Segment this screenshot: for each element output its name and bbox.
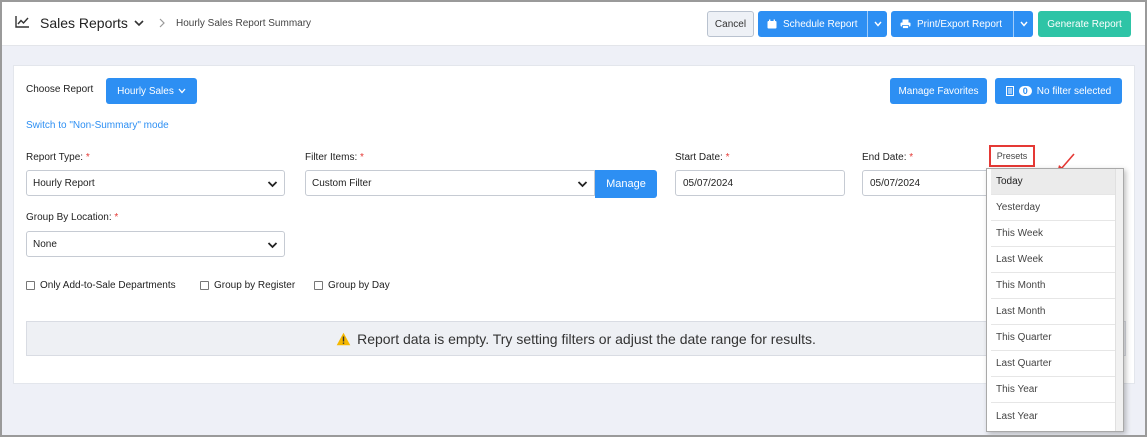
group-by-location-label: Group By Location: * [26, 212, 119, 223]
preset-option-this-month[interactable]: This Month [991, 273, 1116, 299]
choose-report-label: Choose Report [26, 84, 94, 95]
schedule-report-button[interactable]: Schedule Report [758, 11, 887, 37]
checkbox-label: Group by Register [214, 280, 296, 291]
chevron-down-icon [1019, 21, 1028, 27]
presets-toggle[interactable]: Presets [989, 145, 1035, 167]
report-type-label: Report Type: * [26, 152, 90, 163]
checkbox-box[interactable] [26, 281, 35, 290]
group-by-location-value: None [33, 238, 57, 250]
checkbox-label: Group by Day [328, 280, 390, 291]
manage-favorites-label: Manage Favorites [898, 85, 979, 97]
dropdown-scrollbar[interactable] [1115, 169, 1123, 431]
warning-icon [336, 332, 351, 345]
manage-filter-label: Manage [606, 178, 646, 190]
preset-option-yesterday[interactable]: Yesterday [991, 195, 1116, 221]
preset-option-this-week[interactable]: This Week [991, 221, 1116, 247]
checkbox-box[interactable] [314, 281, 323, 290]
filter-status-label: No filter selected [1036, 85, 1112, 97]
chevron-down-icon [577, 181, 588, 188]
start-date-label: Start Date: * [675, 152, 730, 163]
preset-option-this-quarter[interactable]: This Quarter [991, 325, 1116, 351]
report-type-value: Hourly Report [33, 177, 95, 189]
report-select-button[interactable]: Hourly Sales [106, 78, 197, 104]
calendar-icon [767, 19, 777, 29]
chevron-down-icon [178, 88, 186, 94]
checkbox-label: Only Add-to-Sale Departments [40, 280, 176, 291]
filter-list-icon [1005, 86, 1014, 96]
print-export-button[interactable]: Print/Export Report [891, 11, 1033, 37]
chevron-down-icon [873, 21, 882, 27]
filter-count-badge: 0 [1018, 86, 1032, 96]
generate-report-label: Generate Report [1047, 18, 1122, 30]
end-date-value: 05/07/2024 [870, 177, 921, 189]
empty-report-banner: Report data is empty. Try setting filter… [26, 321, 1126, 356]
top-bar: Sales Reports Hourly Sales Report Summar… [2, 2, 1145, 46]
preset-option-last-quarter[interactable]: Last Quarter [991, 351, 1116, 377]
start-date-value: 05/07/2024 [683, 177, 734, 189]
cancel-button-label: Cancel [714, 18, 747, 30]
end-date-label: End Date: * [862, 152, 914, 163]
manage-filter-button[interactable]: Manage [595, 170, 657, 198]
preset-option-last-week[interactable]: Last Week [991, 247, 1116, 273]
report-card: Choose Report Hourly Sales Manage Favori… [13, 65, 1135, 384]
app-window: Sales Reports Hourly Sales Report Summar… [0, 0, 1147, 437]
cancel-button[interactable]: Cancel [707, 11, 754, 37]
checkbox-group-by-register[interactable]: Group by Register [200, 280, 295, 291]
preset-option-today[interactable]: Today [991, 169, 1116, 195]
chevron-down-icon [267, 181, 278, 188]
schedule-report-label: Schedule Report [783, 18, 858, 30]
checkbox-box[interactable] [200, 281, 209, 290]
switch-mode-link[interactable]: Switch to "Non-Summary" mode [26, 120, 169, 131]
breadcrumb: Hourly Sales Report Summary [176, 18, 312, 29]
filter-items-label: Filter Items: * [305, 152, 364, 163]
presets-dropdown[interactable]: Today Yesterday This Week Last Week This… [986, 168, 1124, 432]
filter-items-select[interactable]: Custom Filter [305, 170, 595, 196]
filter-items-value: Custom Filter [312, 177, 372, 189]
printer-icon [900, 19, 911, 29]
selected-report: Hourly Sales [117, 85, 174, 97]
presets-label: Presets [996, 151, 1028, 161]
preset-option-last-year[interactable]: Last Year [991, 403, 1116, 429]
empty-report-message: Report data is empty. Try setting filter… [357, 330, 816, 347]
print-export-label: Print/Export Report [917, 18, 1003, 30]
checkbox-group-by-day[interactable]: Group by Day [314, 280, 390, 291]
report-type-select[interactable]: Hourly Report [26, 170, 285, 196]
preset-option-last-month[interactable]: Last Month [991, 299, 1116, 325]
end-date-input[interactable]: 05/07/2024 [862, 170, 992, 196]
start-date-input[interactable]: 05/07/2024 [675, 170, 845, 196]
preset-option-this-year[interactable]: This Year [991, 377, 1116, 403]
group-by-location-select[interactable]: None [26, 231, 285, 257]
app-title[interactable]: Sales Reports [40, 15, 128, 31]
filter-status-button[interactable]: 0 No filter selected [995, 78, 1122, 104]
schedule-report-caret[interactable] [867, 11, 887, 37]
chevron-down-icon[interactable] [133, 17, 145, 29]
chevron-down-icon [267, 242, 278, 249]
chevron-right-icon [159, 18, 165, 28]
generate-report-button[interactable]: Generate Report [1038, 11, 1131, 37]
manage-favorites-button[interactable]: Manage Favorites [890, 78, 987, 104]
line-chart-icon [15, 16, 29, 28]
checkbox-add-to-sale[interactable]: Only Add-to-Sale Departments [26, 280, 176, 291]
print-export-caret[interactable] [1013, 11, 1033, 37]
